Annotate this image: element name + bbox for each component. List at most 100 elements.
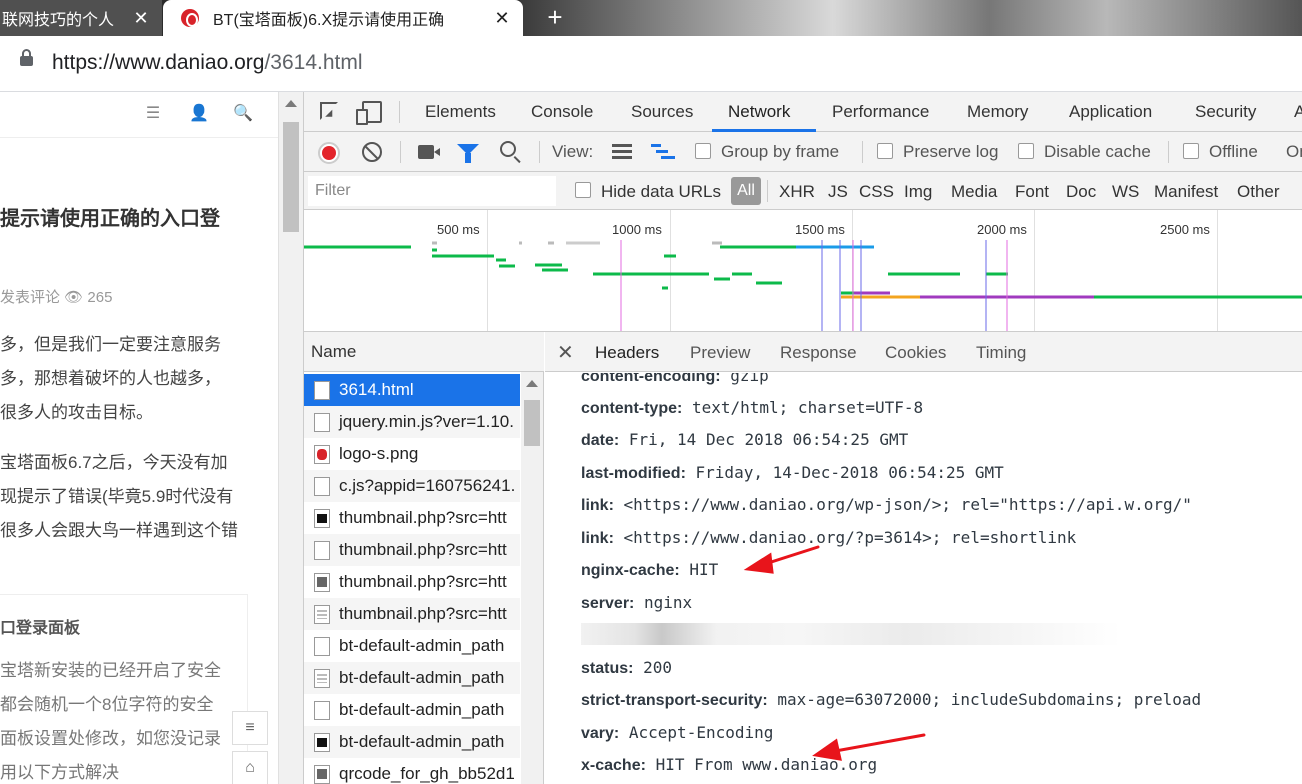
throttling-select[interactable]: On (1286, 142, 1302, 162)
type-filter-css[interactable]: CSS (859, 182, 894, 202)
request-name: thumbnail.php?src=htt (339, 540, 507, 559)
blurred-header (581, 623, 1121, 645)
request-row[interactable]: thumbnail.php?src=htt (304, 566, 520, 598)
search-icon[interactable]: 🔍 (233, 104, 253, 124)
list-view-icon[interactable] (612, 144, 632, 160)
type-filter-xhr[interactable]: XHR (779, 182, 815, 202)
filter-icon[interactable] (457, 144, 479, 163)
request-row[interactable]: thumbnail.php?src=htt (304, 502, 520, 534)
file-type-icon (314, 541, 330, 560)
header-content-type[interactable]: content-type: text/html; charset=UTF-8 (581, 398, 923, 418)
request-row[interactable]: 3614.html (304, 374, 520, 406)
request-row[interactable]: thumbnail.php?src=htt (304, 598, 520, 630)
tab-network[interactable]: Network (728, 102, 790, 122)
url-text[interactable]: https://www.daniao.org/3614.html (52, 51, 363, 75)
header-status[interactable]: status: 200 (581, 658, 672, 678)
request-row[interactable]: logo-s.png (304, 438, 520, 470)
page-scrollbar[interactable] (278, 92, 303, 784)
type-filter-all[interactable]: All (731, 177, 761, 205)
preserve-log-label: Preserve log (903, 142, 999, 161)
tab-sources[interactable]: Sources (631, 102, 693, 122)
header-link[interactable]: link: <https://www.daniao.org/?p=3614>; … (581, 528, 1076, 548)
header-x-cache[interactable]: x-cache: HIT From www.daniao.org (581, 755, 877, 775)
new-tab-plus-icon[interactable]: + (540, 2, 570, 32)
device-toolbar-icon[interactable] (356, 101, 382, 125)
tab-application[interactable]: Application (1069, 102, 1152, 122)
hide-data-urls-label: Hide data URLs (601, 182, 722, 201)
close-icon[interactable]: ✕ (491, 8, 513, 29)
request-row[interactable]: bt-default-admin_path (304, 662, 520, 694)
address-bar[interactable]: https://www.daniao.org/3614.html (0, 36, 1302, 92)
header-strict-transport-security[interactable]: strict-transport-security: max-age=63072… (581, 690, 1201, 710)
header-server[interactable]: server: nginx (581, 593, 692, 613)
header-date[interactable]: date: Fri, 14 Dec 2018 06:54:25 GMT (581, 430, 908, 450)
filter-input[interactable]: Filter (308, 176, 556, 206)
group-by-frame-checkbox[interactable] (695, 143, 711, 159)
tab-preview[interactable]: Preview (690, 343, 750, 363)
request-row[interactable]: bt-default-admin_path (304, 630, 520, 662)
close-icon[interactable]: ✕ (130, 8, 152, 29)
close-details-icon[interactable]: ✕ (557, 340, 574, 365)
offline-checkbox[interactable] (1183, 143, 1199, 159)
disable-cache-label: Disable cache (1044, 142, 1151, 161)
clear-icon[interactable] (362, 142, 382, 162)
type-filter-js[interactable]: JS (828, 182, 848, 202)
header-link[interactable]: link: <https://www.daniao.org/wp-json/>;… (581, 495, 1192, 515)
type-filter-other[interactable]: Other (1237, 182, 1280, 202)
type-filter-img[interactable]: Img (904, 182, 932, 202)
request-row[interactable]: bt-default-admin_path (304, 726, 520, 758)
browser-tab-2[interactable]: BT(宝塔面板)6.X提示请使用正确 ✕ (163, 0, 523, 36)
header-value: <https://www.daniao.org/wp-json/>; rel="… (623, 495, 1192, 514)
request-row[interactable]: thumbnail.php?src=htt (304, 534, 520, 566)
request-row[interactable]: c.js?appid=160756241. (304, 470, 520, 502)
type-filter-font[interactable]: Font (1015, 182, 1049, 202)
home-icon[interactable]: ⌂ (232, 751, 268, 784)
header-last-modified[interactable]: last-modified: Friday, 14-Dec-2018 06:54… (581, 463, 1004, 483)
tab-more[interactable]: A (1294, 102, 1302, 122)
header-vary[interactable]: vary: Accept-Encoding (581, 723, 773, 743)
type-filter-manifest[interactable]: Manifest (1154, 182, 1218, 202)
tab-performance[interactable]: Performance (832, 102, 929, 122)
name-column-header[interactable]: Name (304, 332, 544, 372)
bt-favicon-icon (181, 9, 199, 27)
scroll-thumb[interactable] (524, 400, 540, 446)
paragraph-line: 多，那想着破坏的人也越多， (0, 369, 221, 388)
menu-icon[interactable]: ☰ (143, 104, 163, 124)
request-row[interactable]: jquery.min.js?ver=1.10. (304, 406, 520, 438)
group-by-frame-label: Group by frame (721, 142, 840, 161)
network-overview[interactable]: 500 ms 1000 ms 1500 ms 2000 ms 2500 ms (304, 210, 1302, 332)
inspect-element-icon[interactable] (320, 102, 338, 120)
scroll-up-icon[interactable] (526, 380, 538, 387)
request-row[interactable]: bt-default-admin_path (304, 694, 520, 726)
tab-security[interactable]: Security (1195, 102, 1256, 122)
user-icon[interactable]: 👤 (189, 104, 209, 124)
scroll-thumb[interactable] (283, 122, 299, 232)
search-icon[interactable] (500, 141, 516, 157)
capture-screenshots-icon[interactable] (418, 145, 440, 159)
request-list: Name 3614.html jquery.min.js?ver=1.10. log… (304, 332, 544, 784)
tab-memory[interactable]: Memory (967, 102, 1028, 122)
preserve-log-checkbox[interactable] (877, 143, 893, 159)
browser-tab-1[interactable]: 联网技巧的个人 ✕ (0, 0, 162, 36)
tab-elements[interactable]: Elements (425, 102, 496, 122)
request-row[interactable]: qrcode_for_gh_bb52d1 (304, 758, 520, 784)
tab-timing[interactable]: Timing (976, 343, 1026, 363)
header-nginx-cache[interactable]: nginx-cache: HIT (581, 560, 718, 580)
file-type-icon (314, 477, 330, 496)
tab-cookies[interactable]: Cookies (885, 343, 946, 363)
tab-headers[interactable]: Headers (595, 343, 659, 363)
request-list-scrollbar[interactable] (521, 372, 543, 784)
hide-data-urls-checkbox[interactable] (575, 182, 591, 198)
disable-cache-checkbox[interactable] (1018, 143, 1034, 159)
type-filter-media[interactable]: Media (951, 182, 997, 202)
tab-console[interactable]: Console (531, 102, 593, 122)
tab-response[interactable]: Response (780, 343, 857, 363)
header-key: link: (581, 530, 614, 547)
lock-icon[interactable] (20, 49, 33, 66)
type-filter-doc[interactable]: Doc (1066, 182, 1096, 202)
type-filter-ws[interactable]: WS (1112, 182, 1139, 202)
scroll-up-icon[interactable] (285, 100, 297, 107)
toc-list-icon[interactable]: ≡ (232, 711, 268, 745)
waterfall-view-icon[interactable] (651, 144, 675, 160)
record-icon[interactable] (318, 142, 340, 164)
